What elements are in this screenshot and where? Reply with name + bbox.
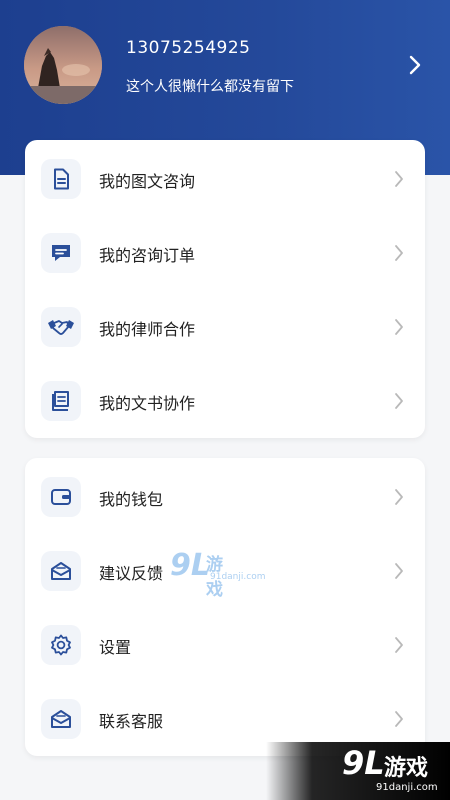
watermark-name: 游戏 [384,756,429,781]
chevron-right-icon[interactable] [406,54,424,76]
phone-number: 13075254925 [126,38,251,58]
chevron-right-icon [393,392,405,410]
chevron-right-icon [393,488,405,506]
watermark-site: 91danji.com [376,782,438,793]
signature: 这个人很懒什么都没有留下 [126,79,294,95]
menu-item-lawyer-cooperation[interactable]: 我的律师合作 [25,290,425,364]
menu-item-settings[interactable]: 设置 [25,608,425,682]
menu-item-label: 我的图文咨询 [99,172,196,191]
menu-item-feedback[interactable]: 建议反馈 [25,534,425,608]
chevron-right-icon [393,170,405,188]
menu-item-label: 设置 [99,638,132,657]
chevron-right-icon [393,636,405,654]
watermark-logo: 9L [170,548,210,583]
menu-item-image-text-consult[interactable]: 我的图文咨询 [25,142,425,216]
handshake-icon [41,307,81,347]
gear-icon [41,625,81,665]
mail-icon [41,699,81,739]
watermark-site: 91danji.com [210,572,266,582]
book-icon [41,381,81,421]
menu-item-label: 我的文书协作 [99,394,196,413]
menu-item-label: 建议反馈 [99,564,164,583]
menu-item-document-collab[interactable]: 我的文书协作 [25,364,425,438]
chevron-right-icon [393,562,405,580]
menu-item-label: 联系客服 [99,712,164,731]
avatar[interactable] [24,26,102,104]
menu-card-account: 我的钱包 建议反馈 设置 联系客服 [25,458,425,756]
menu-item-label: 我的钱包 [99,490,164,509]
chevron-right-icon [393,318,405,336]
menu-item-wallet[interactable]: 我的钱包 [25,460,425,534]
chat-icon [41,233,81,273]
menu-item-consult-orders[interactable]: 我的咨询订单 [25,216,425,290]
chevron-right-icon [393,710,405,728]
menu-item-label: 我的咨询订单 [99,246,196,265]
menu-item-label: 我的律师合作 [99,320,196,339]
chevron-right-icon [393,244,405,262]
document-icon [41,159,81,199]
wallet-icon [41,477,81,517]
feedback-icon [41,551,81,591]
menu-card-services: 我的图文咨询 我的咨询订单 我的律师合作 我的文书协作 [25,140,425,438]
watermark-corner: 9L 游戏 91danji.com [266,742,450,800]
watermark-logo: 9L [342,744,385,782]
